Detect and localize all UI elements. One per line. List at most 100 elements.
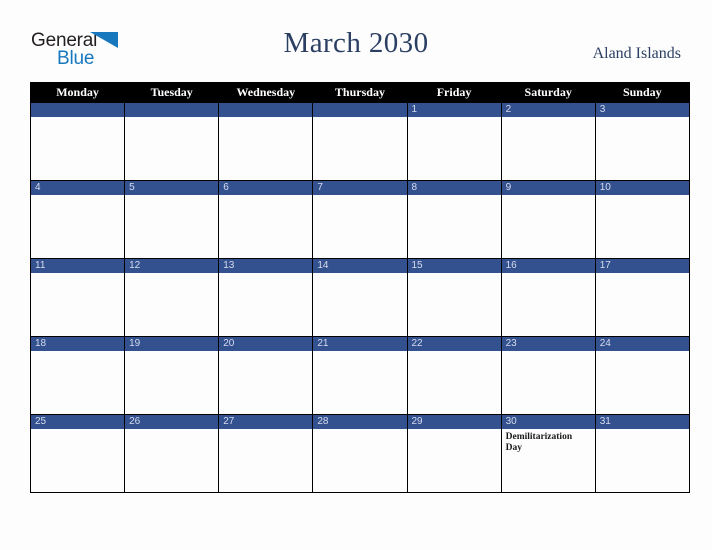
calendar-day-cell[interactable]: 27: [218, 414, 314, 493]
weekday-header-wednesday: Wednesday: [218, 82, 314, 103]
weekday-header-thursday: Thursday: [312, 82, 408, 103]
calendar-day-cell[interactable]: 5: [124, 180, 220, 259]
day-cell-body: [219, 273, 312, 336]
day-cell-body: [408, 195, 501, 258]
calendar-day-cell[interactable]: 28: [312, 414, 408, 493]
calendar-day-cell[interactable]: 12: [124, 258, 220, 337]
day-cell-body: [596, 351, 689, 414]
calendar-empty-cell: [29, 102, 126, 181]
day-cell-body: [313, 429, 406, 492]
day-number: 18: [31, 337, 125, 351]
calendar-week-row: 11 12 13 14 15 16 17: [29, 258, 690, 337]
calendar-day-cell[interactable]: 9: [500, 180, 596, 259]
calendar-body: 1 2 3 4 5 6 7 8 9 10 11 12 13 14 15 16 17 18 19 20 21 22 23 24 2…: [29, 102, 690, 493]
day-cell-body: [502, 117, 595, 180]
day-number: 3: [595, 103, 689, 117]
weekday-header-friday: Friday: [406, 82, 502, 103]
calendar-day-cell[interactable]: 15: [406, 258, 502, 337]
calendar-empty-cell: [124, 102, 220, 181]
calendar-day-cell[interactable]: 3: [594, 102, 690, 181]
day-cell-body: [219, 429, 312, 492]
day-cell-body: [125, 429, 218, 492]
day-number: 6: [219, 181, 313, 195]
day-cell-body: [31, 195, 124, 258]
day-number: 17: [595, 259, 689, 273]
calendar-day-cell[interactable]: 13: [218, 258, 314, 337]
day-number: [125, 103, 219, 117]
calendar-day-cell[interactable]: 1: [406, 102, 502, 181]
calendar-day-cell[interactable]: 30 Demilitarization Day: [500, 414, 596, 493]
day-cell-body: [502, 273, 595, 336]
calendar-day-cell[interactable]: 19: [124, 336, 220, 415]
calendar-day-cell[interactable]: 16: [500, 258, 596, 337]
weekday-header-sunday: Sunday: [594, 82, 690, 103]
day-cell-body: [219, 117, 312, 180]
day-number: 20: [219, 337, 313, 351]
calendar-week-row: 4 5 6 7 8 9 10: [29, 180, 690, 259]
calendar-day-cell[interactable]: 2: [500, 102, 596, 181]
day-cell-body: [596, 429, 689, 492]
weekday-header-monday: Monday: [29, 82, 126, 103]
day-cell-body: [313, 195, 406, 258]
calendar-day-cell[interactable]: 18: [29, 336, 126, 415]
calendar-day-cell[interactable]: 24: [594, 336, 690, 415]
calendar-day-cell[interactable]: 8: [406, 180, 502, 259]
day-number: 9: [501, 181, 595, 195]
calendar-week-row: 25 26 27 28 29 30 Demilitarization Day 31: [29, 414, 690, 493]
day-cell-body: [313, 351, 406, 414]
day-cell-body: [31, 351, 124, 414]
calendar-day-cell[interactable]: 29: [406, 414, 502, 493]
day-cell-body: [596, 117, 689, 180]
calendar-day-cell[interactable]: 14: [312, 258, 408, 337]
day-cell-body: [125, 117, 218, 180]
day-number: 25: [31, 415, 125, 429]
calendar-day-cell[interactable]: 4: [29, 180, 126, 259]
calendar-day-cell[interactable]: 20: [218, 336, 314, 415]
calendar-day-cell[interactable]: 25: [29, 414, 126, 493]
day-cell-body: [502, 351, 595, 414]
day-number: 26: [125, 415, 219, 429]
day-number: 12: [125, 259, 219, 273]
calendar-day-cell[interactable]: 31: [594, 414, 690, 493]
calendar-week-row: 18 19 20 21 22 23 24: [29, 336, 690, 415]
day-number: 2: [501, 103, 595, 117]
calendar-day-cell[interactable]: 23: [500, 336, 596, 415]
calendar-day-cell[interactable]: 17: [594, 258, 690, 337]
day-cell-body: [31, 117, 124, 180]
calendar-day-cell[interactable]: 22: [406, 336, 502, 415]
day-number: 19: [125, 337, 219, 351]
day-number: 30: [501, 415, 595, 429]
calendar-day-cell[interactable]: 21: [312, 336, 408, 415]
day-number: 11: [31, 259, 125, 273]
calendar-day-cell[interactable]: 10: [594, 180, 690, 259]
day-number: 23: [501, 337, 595, 351]
calendar-table: Monday Tuesday Wednesday Thursday Friday Satu…: [29, 82, 690, 493]
day-number: 31: [595, 415, 689, 429]
weekday-headers: Monday Tuesday Wednesday Thursday Friday Satu…: [29, 82, 690, 103]
calendar-day-cell[interactable]: 11: [29, 258, 126, 337]
day-cell-body: [408, 429, 501, 492]
day-cell-body: [31, 273, 124, 336]
day-number: [313, 103, 407, 117]
day-cell-body: [125, 351, 218, 414]
day-cell-body: [596, 273, 689, 336]
day-number: 8: [407, 181, 501, 195]
calendar-empty-cell: [218, 102, 314, 181]
day-cell-body: [219, 195, 312, 258]
day-cell-body: [408, 351, 501, 414]
day-number: [219, 103, 313, 117]
weekday-header-tuesday: Tuesday: [124, 82, 220, 103]
calendar-day-cell[interactable]: 6: [218, 180, 314, 259]
day-number: 21: [313, 337, 407, 351]
day-number: 1: [407, 103, 501, 117]
page-header: General Blue March 2030 Aland Islands: [0, 0, 712, 82]
day-cell-body: [408, 117, 501, 180]
calendar-day-cell[interactable]: 26: [124, 414, 220, 493]
day-cell-body: [313, 273, 406, 336]
day-number: 5: [125, 181, 219, 195]
day-cell-body: [408, 273, 501, 336]
calendar-day-cell[interactable]: 7: [312, 180, 408, 259]
day-number: 7: [313, 181, 407, 195]
weekday-header-saturday: Saturday: [500, 82, 596, 103]
calendar-grid: Monday Tuesday Wednesday Thursday Friday Satu…: [29, 82, 690, 493]
